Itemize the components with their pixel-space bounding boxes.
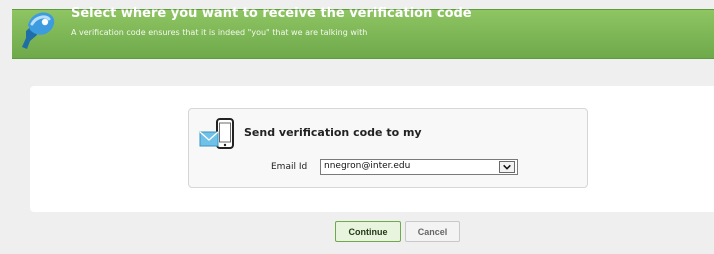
cancel-button[interactable]: Cancel xyxy=(405,221,460,242)
key-icon xyxy=(22,12,55,49)
phone-mail-icon xyxy=(199,118,234,149)
chevron-down-icon[interactable] xyxy=(499,161,515,173)
send-code-heading: Send verification code to my xyxy=(244,126,422,139)
email-select-value: nnegron@inter.edu xyxy=(324,161,411,171)
email-id-label: Email Id xyxy=(271,162,308,172)
header-title: Select where you want to receive the ver… xyxy=(71,6,472,21)
continue-button[interactable]: Continue xyxy=(335,221,401,242)
verification-box xyxy=(188,108,588,188)
email-select[interactable]: nnegron@inter.edu xyxy=(320,159,518,175)
header-subtitle: A verification code ensures that it is i… xyxy=(71,28,368,37)
